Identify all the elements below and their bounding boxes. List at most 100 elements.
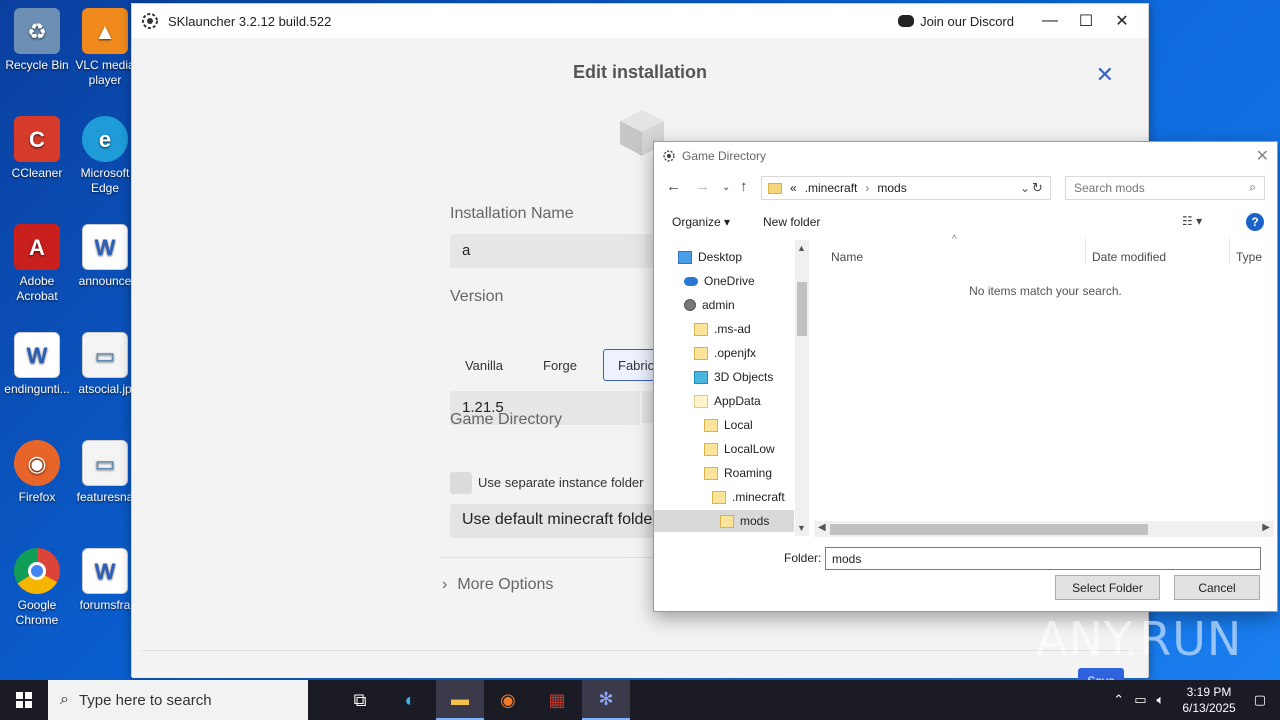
taskbar-search[interactable]: ⌕ Type here to search xyxy=(48,680,308,720)
join-discord-button[interactable]: Join our Discord xyxy=(898,14,1014,29)
close-edit-icon[interactable]: ✕ xyxy=(1096,62,1114,88)
command-bar: Organize ▾ New folder ☷ ▾ ? xyxy=(654,212,1277,236)
loader-forge-button[interactable]: Forge xyxy=(526,349,594,381)
column-separator xyxy=(1229,238,1230,264)
column-name[interactable]: Name xyxy=(831,250,863,264)
desktop-icon-label: endingunti... xyxy=(4,382,70,396)
desktop-icon-endinguntitled[interactable]: W endingunti... xyxy=(0,332,74,397)
word-doc-icon: W xyxy=(14,332,60,378)
edge-icon[interactable]: ◐ xyxy=(386,680,434,720)
tree-item[interactable]: Desktop xyxy=(654,246,794,268)
desktop-icon-recycle-bin[interactable]: ♻ Recycle Bin xyxy=(0,8,74,73)
desktop-icon-forumsfra[interactable]: W forumsfra xyxy=(74,548,136,613)
recent-locations-icon[interactable]: ⌄ xyxy=(722,182,730,193)
tree-item[interactable]: OneDrive xyxy=(654,270,794,292)
launcher-titlebar[interactable]: SKlauncher 3.2.12 build.522 Join our Dis… xyxy=(132,4,1148,38)
desktop-icon-firefox[interactable]: ◉ Firefox xyxy=(0,440,74,505)
organize-button[interactable]: Organize ▾ xyxy=(672,215,730,229)
breadcrumb-minecraft[interactable]: .minecraft xyxy=(805,181,858,195)
scroll-right-icon[interactable]: ▶ xyxy=(1262,522,1270,533)
desktop-icon-announce[interactable]: W announce xyxy=(74,224,136,289)
taskbar: ⌕ Type here to search ⧉ ◐ ▬ ◉ ▦ ✻ ⌃ ▭ 🔈︎… xyxy=(0,680,1280,720)
tree-item-label: admin xyxy=(702,298,735,312)
installation-name-label: Installation Name xyxy=(450,205,574,222)
tree-item[interactable]: Local xyxy=(654,414,794,436)
dialog-titlebar[interactable]: Game Directory ✕ xyxy=(654,142,1277,170)
dialog-close-button[interactable]: ✕ xyxy=(1256,146,1269,166)
tree-item[interactable]: .minecraft xyxy=(654,486,794,508)
tree-item[interactable]: 3D Objects xyxy=(654,366,794,388)
join-discord-label: Join our Discord xyxy=(920,13,1014,29)
task-view-icon[interactable]: ⧉ xyxy=(336,680,384,720)
network-icon[interactable]: ▭ xyxy=(1134,692,1146,708)
tree-item[interactable]: .ms-ad xyxy=(654,318,794,340)
desktop-icon-ccleaner[interactable]: C CCleaner xyxy=(0,116,74,181)
search-placeholder: Search mods xyxy=(1074,181,1145,195)
scroll-up-icon[interactable]: ▲ xyxy=(797,243,806,253)
more-options-toggle[interactable]: › More Options xyxy=(442,576,553,594)
cancel-button[interactable]: Cancel xyxy=(1174,575,1260,600)
view-options-icon[interactable]: ☷ ▾ xyxy=(1182,214,1202,228)
desktop-icon-edge[interactable]: e Microsoft Edge xyxy=(74,116,136,196)
scrollbar-thumb[interactable] xyxy=(797,282,807,336)
refresh-icon[interactable]: ↻ xyxy=(1032,180,1043,196)
scrollbar-thumb[interactable] xyxy=(830,524,1148,535)
tray-overflow-icon[interactable]: ⌃ xyxy=(1113,692,1124,708)
winrar-icon[interactable]: ▦ xyxy=(533,680,581,720)
scroll-down-icon[interactable]: ▼ xyxy=(797,523,806,533)
file-explorer-icon[interactable]: ▬ xyxy=(436,680,484,720)
address-dropdown-icon[interactable]: ⌄ xyxy=(1020,181,1030,195)
separate-instance-checkbox[interactable] xyxy=(450,472,472,494)
chevron-right-icon: › xyxy=(865,181,870,195)
tree-item[interactable]: LocalLow xyxy=(654,438,794,460)
sklauncher-icon xyxy=(663,150,675,162)
pale-icon xyxy=(694,394,708,408)
desktop-icon-chrome[interactable]: Google Chrome xyxy=(0,548,74,628)
navigation-pane: Desktop OneDrive admin .ms-ad .openjfx 3D Obj… xyxy=(654,240,810,536)
desktop-icon-acrobat[interactable]: A Adobe Acrobat xyxy=(0,224,74,304)
sklauncher-icon[interactable]: ✻ xyxy=(582,680,630,720)
select-folder-button[interactable]: Select Folder xyxy=(1055,575,1160,600)
default-minecraft-folder-button[interactable]: Use default minecraft folder xyxy=(450,504,670,538)
close-window-button[interactable]: ✕ xyxy=(1104,4,1140,38)
new-folder-button[interactable]: New folder xyxy=(763,215,820,229)
file-list-scrollbar[interactable]: ◀ ▶ xyxy=(814,521,1274,537)
tree-item[interactable]: Roaming xyxy=(654,462,794,484)
maximize-button[interactable]: ☐ xyxy=(1068,4,1104,38)
search-input[interactable]: Search mods ⌕ xyxy=(1065,176,1265,200)
installation-name-input[interactable]: a xyxy=(450,234,670,268)
breadcrumb-mods[interactable]: mods xyxy=(877,181,906,195)
back-arrow-icon[interactable]: ← xyxy=(666,178,681,195)
desktop-icon-label: featuresna xyxy=(76,490,134,504)
tree-item-label: 3D Objects xyxy=(714,370,774,384)
tree-item[interactable]: admin xyxy=(654,294,794,316)
tree-item[interactable]: .openjfx xyxy=(654,342,794,364)
folder-icon xyxy=(704,442,718,456)
clock[interactable]: 3:19 PM 6/13/2025 xyxy=(1182,684,1235,716)
forward-arrow-icon[interactable]: → xyxy=(695,178,710,195)
column-type[interactable]: Type xyxy=(1236,250,1262,264)
tree-item[interactable]: mods xyxy=(654,510,794,532)
volume-icon[interactable]: 🔈︎ xyxy=(1157,692,1165,708)
scroll-left-icon[interactable]: ◀ xyxy=(818,522,826,533)
address-bar[interactable]: « .minecraft › mods ⌄ xyxy=(761,176,1051,200)
notifications-icon[interactable]: ▢ xyxy=(1254,692,1266,708)
desktop-icon-vlc[interactable]: ▲ VLC media player xyxy=(74,8,136,88)
firefox-icon[interactable]: ◉ xyxy=(484,680,532,720)
desktop-icon-featuresna[interactable]: ▭ featuresna xyxy=(74,440,136,505)
folder-name-input[interactable]: mods xyxy=(825,547,1261,570)
up-arrow-icon[interactable]: ↑ xyxy=(740,178,748,195)
navigation-scrollbar[interactable]: ▲ ▼ xyxy=(795,240,809,536)
breadcrumb-overflow[interactable]: « xyxy=(790,181,797,195)
folder-icon xyxy=(694,346,708,360)
tree-item[interactable]: AppData xyxy=(654,390,794,412)
start-button[interactable] xyxy=(0,680,48,720)
tree-item-label: AppData xyxy=(714,394,761,408)
column-date-modified[interactable]: Date modified xyxy=(1092,250,1166,264)
desktop-icon-label: forumsfra xyxy=(79,598,131,612)
system-tray: ⌃ ▭ 🔈︎ 3:19 PM 6/13/2025 ▢ xyxy=(1113,680,1280,720)
loader-vanilla-button[interactable]: Vanilla xyxy=(450,349,518,381)
desktop-icon-atsocial[interactable]: ▭ atsocial.jp xyxy=(74,332,136,397)
help-icon[interactable]: ? xyxy=(1246,213,1264,231)
minimize-button[interactable]: — xyxy=(1032,4,1068,38)
